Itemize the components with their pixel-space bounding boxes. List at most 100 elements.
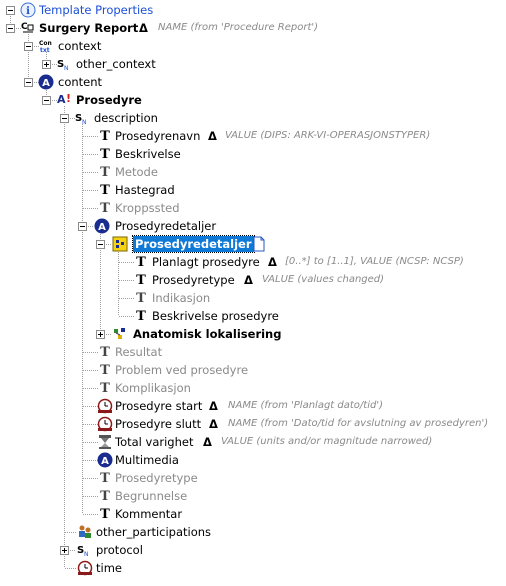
quantity-icon (97, 434, 113, 450)
tree-row-prosedyrenavn[interactable]: T Prosedyrenavn Δ VALUE (DIPS: ARK-VI-OP… (0, 127, 460, 145)
participation-icon (77, 524, 93, 540)
tree-row-total-varighet[interactable]: Total varighet Δ VALUE (units and/or mag… (0, 433, 460, 451)
context-label: context (58, 39, 102, 53)
prosedyretype-outer-label: Prosedyretype (115, 471, 198, 485)
expand-toggle[interactable] (42, 60, 51, 69)
problem-label: Problem ved prosedyre (115, 363, 249, 377)
text-icon: T (136, 290, 146, 306)
prosedyretype-inner-label: Prosedyretype (152, 273, 235, 287)
prosedyretype-inner-note: VALUE (values changed) (262, 274, 385, 285)
text-icon: T (100, 200, 110, 216)
kroppssted-label: Kroppssted (115, 201, 180, 215)
tree-row-template-properties[interactable]: i Template Properties (0, 1, 200, 19)
tree-row-time[interactable]: time (0, 559, 200, 577)
tree-row-context[interactable]: Con txt context (0, 37, 200, 55)
tree-row-protocol[interactable]: SN protocol (0, 541, 200, 559)
tree-row-beskrivelse-prosedyre[interactable]: T Beskrivelse prosedyre (0, 307, 290, 325)
time-label: time (96, 561, 122, 575)
tree-row-multimedia[interactable]: A Multimedia (0, 451, 220, 469)
svg-text:Con: Con (39, 40, 52, 47)
collapse-toggle[interactable] (42, 96, 51, 105)
tree-row-hastegrad[interactable]: T Hastegrad (0, 181, 200, 199)
planlagt-prosedyre-note: [0..*] to [1..1], VALUE (NCSP: NCSP) (285, 256, 464, 267)
text-icon: T (100, 362, 110, 378)
cluster-icon (112, 326, 128, 342)
collapse-toggle[interactable] (24, 42, 33, 51)
tree-row-prosedyredetaljer-cluster[interactable]: Prosedyredetaljer (0, 235, 280, 253)
tree-row-prosedyre-start[interactable]: Prosedyre start Δ NAME (from 'Planlagt d… (0, 397, 420, 415)
svg-text:A: A (57, 93, 66, 106)
protocol-label: protocol (96, 543, 143, 557)
expand-toggle[interactable] (60, 546, 69, 555)
slot-icon: A (97, 452, 113, 468)
tree-row-beskrivelse[interactable]: T Beskrivelse (0, 145, 200, 163)
tree-row-prosedyredetaljer-slot[interactable]: A Prosedyredetaljer (0, 217, 240, 235)
text-icon: T (100, 344, 110, 360)
changed-marker: Δ (203, 435, 212, 449)
description-label: description (94, 111, 158, 125)
tree-row-komplikasjon[interactable]: T Komplikasjon (0, 379, 220, 397)
collapse-toggle[interactable] (78, 222, 87, 231)
tree-row-description[interactable]: SN description (0, 109, 200, 127)
template-tree: i Template Properties C Surgery Report Δ… (0, 0, 506, 586)
total-varighet-note: VALUE (units and/or magnitude narrowed) (221, 436, 433, 447)
changed-marker: Δ (208, 129, 217, 143)
changed-marker: Δ (209, 399, 218, 413)
datetime-icon (77, 560, 93, 576)
tree-row-resultat[interactable]: T Resultat (0, 343, 200, 361)
prosedyre-start-label: Prosedyre start (115, 399, 203, 413)
prosedyredetaljer-selected-label: Prosedyredetaljer (132, 235, 255, 253)
text-icon: T (100, 506, 110, 522)
tree-row-prosedyretype-outer[interactable]: T Prosedyretype (0, 469, 220, 487)
collapse-toggle[interactable] (60, 114, 69, 123)
tree-row-problem-ved-prosedyre[interactable]: T Problem ved prosedyre (0, 361, 260, 379)
svg-text:i: i (26, 6, 30, 17)
tree-row-surgery-report[interactable]: C Surgery Report Δ NAME (from 'Procedure… (0, 19, 340, 37)
svg-text:!: ! (66, 92, 71, 105)
surgery-report-label: Surgery Report (39, 21, 139, 35)
komplikasjon-label: Komplikasjon (115, 381, 191, 395)
action-icon: A! (56, 92, 72, 108)
svg-text:A: A (42, 78, 50, 89)
tree-row-other-context[interactable]: SN other_context (0, 55, 200, 73)
text-icon: T (100, 182, 110, 198)
indikasjon-label: Indikasjon (152, 291, 211, 305)
tree-row-metode[interactable]: T Metode (0, 163, 200, 181)
tree-row-prosedyre[interactable]: A! Prosedyre (0, 91, 200, 109)
resultat-label: Resultat (115, 345, 163, 359)
beskrivelse-label: Beskrivelse (115, 147, 181, 161)
tree-row-content[interactable]: A content (0, 73, 200, 91)
tree-row-prosedyre-slutt[interactable]: Prosedyre slutt Δ NAME (from 'Dato/tid f… (0, 415, 506, 433)
prosedyre-slutt-note: NAME (from 'Dato/tid for avslutning av p… (228, 418, 489, 429)
note-icon[interactable] (251, 236, 267, 252)
collapse-toggle[interactable] (24, 78, 33, 87)
expand-toggle[interactable] (96, 330, 105, 339)
tree-row-indikasjon[interactable]: T Indikasjon (0, 289, 250, 307)
collapse-toggle[interactable] (6, 6, 15, 15)
slot-icon: A (94, 218, 110, 234)
hastegrad-label: Hastegrad (115, 183, 175, 197)
planlagt-prosedyre-label: Planlagt prosedyre (152, 255, 260, 269)
text-icon: T (100, 128, 110, 144)
collapse-toggle[interactable] (96, 240, 105, 249)
metode-label: Metode (115, 165, 158, 179)
cluster-icon (112, 236, 128, 252)
tree-row-begrunnelse[interactable]: T Begrunnelse (0, 487, 220, 505)
content-label: content (58, 75, 103, 89)
svg-text:N: N (84, 551, 89, 558)
multimedia-label: Multimedia (115, 453, 179, 467)
tree-row-prosedyretype-inner[interactable]: T Prosedyretype Δ VALUE (values changed) (0, 271, 400, 289)
collapse-toggle[interactable] (6, 24, 15, 33)
tree-row-kommentar[interactable]: T Kommentar (0, 505, 220, 523)
tree-row-kroppssted[interactable]: T Kroppssted (0, 199, 200, 217)
tree-row-anatomisk-lokalisering[interactable]: Anatomisk lokalisering (0, 325, 282, 343)
slot-icon: A (38, 74, 54, 90)
prosedyrenavn-note: VALUE (DIPS: ARK-VI-OPERASJONSTYPER) (225, 130, 431, 141)
anatomisk-label: Anatomisk lokalisering (133, 327, 282, 341)
beskrivelse-prosedyre-label: Beskrivelse prosedyre (152, 309, 279, 323)
tree-row-other-participations[interactable]: other_participations (0, 523, 240, 541)
text-icon: T (136, 272, 146, 288)
text-icon: T (100, 380, 110, 396)
context-icon: Con txt (38, 38, 54, 54)
tree-row-planlagt-prosedyre[interactable]: T Planlagt prosedyre Δ [0..*] to [1..1],… (0, 253, 464, 271)
